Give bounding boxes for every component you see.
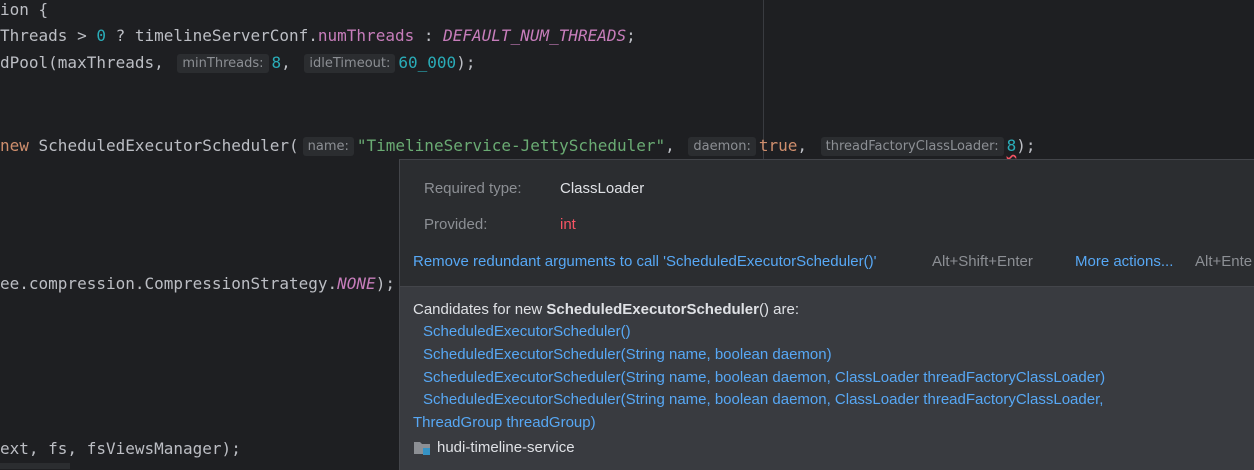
param-hint-idle-timeout: idleTimeout: [304,54,396,73]
code-line-4[interactable]: new ScheduledExecutorScheduler(name: "Tim… [0,134,1036,158]
code-constant: NONE [337,274,376,293]
code-text: ion { [0,0,49,19]
param-hint-daemon: daemon: [688,137,756,156]
editor-gutter-block [0,463,70,469]
code-line-1[interactable]: ion { [0,0,48,22]
param-hint-min-threads: minThreads: [177,54,269,73]
module-name: hudi-timeline-service [437,438,575,456]
module-indicator: hudi-timeline-service [413,438,575,456]
provided-type-label: Provided: [424,216,488,233]
code-text: ee.compression.CompressionStrategy. [0,274,338,293]
code-text: ); [1016,136,1036,155]
required-type-value: ClassLoader [560,180,645,197]
code-text: ; [626,26,636,45]
candidate-constructor[interactable]: ScheduledExecutorScheduler(String name, … [423,346,832,363]
code-constant: DEFAULT_NUM_THREADS [443,26,627,45]
code-text: , [281,53,301,72]
code-number: 0 [96,26,106,45]
required-type-label: Required type: [424,180,522,197]
provided-type-value: int [560,216,576,233]
code-text: ? timelineServerConf. [105,26,318,45]
code-text: ); [375,274,395,293]
code-line-3[interactable]: dPool(maxThreads, minThreads: 8, idleTime… [0,51,475,75]
candidate-constructor-wrap[interactable]: ThreadGroup threadGroup) [413,414,596,431]
code-string: "TimelineService-JettyScheduler" [356,136,666,155]
module-folder-icon [413,438,431,456]
code-keyword: true [758,136,798,155]
code-text: dPool(maxThreads, [0,53,174,72]
candidate-constructor[interactable]: ScheduledExecutorScheduler() [423,323,631,340]
candidates-suffix: () are: [759,301,800,318]
error-argument[interactable]: 8 [1007,136,1017,155]
param-hint-class-loader: threadFactoryClassLoader: [820,137,1004,156]
more-actions-shortcut: Alt+Ente [1195,253,1253,270]
code-text: , [665,136,685,155]
code-text: Threads > [0,26,97,45]
code-text: ext, fs, fsViewsManager); [0,439,241,458]
code-line-6[interactable]: ext, fs, fsViewsManager); [0,437,241,461]
code-number: 60_000 [398,53,457,72]
code-text: ); [456,53,476,72]
error-tooltip-popup: Required type: ClassLoader Provided: int… [399,159,1254,470]
param-hint-name: name: [302,137,354,156]
code-field: numThreads [317,26,415,45]
code-text: ScheduledExecutorScheduler( [28,136,299,155]
fix-shortcut: Alt+Shift+Enter [932,253,1033,270]
candidates-class: ScheduledExecutorScheduler [546,301,759,318]
code-text: : [414,26,444,45]
candidates-title: Candidates for new ScheduledExecutorSche… [413,301,799,318]
candidates-prefix: Candidates for new [413,301,547,318]
code-keyword: new [0,136,29,155]
code-text: , [797,136,817,155]
code-line-5[interactable]: ee.compression.CompressionStrategy.NONE)… [0,272,395,296]
more-actions-link[interactable]: More actions... [1075,253,1173,270]
candidate-constructor[interactable]: ScheduledExecutorScheduler(String name, … [423,391,1103,408]
remove-arguments-action[interactable]: Remove redundant arguments to call 'Sche… [413,253,876,270]
code-line-2[interactable]: Threads > 0 ? timelineServerConf.numThre… [0,24,636,48]
code-number: 8 [271,53,282,72]
candidate-constructor[interactable]: ScheduledExecutorScheduler(String name, … [423,369,1105,386]
